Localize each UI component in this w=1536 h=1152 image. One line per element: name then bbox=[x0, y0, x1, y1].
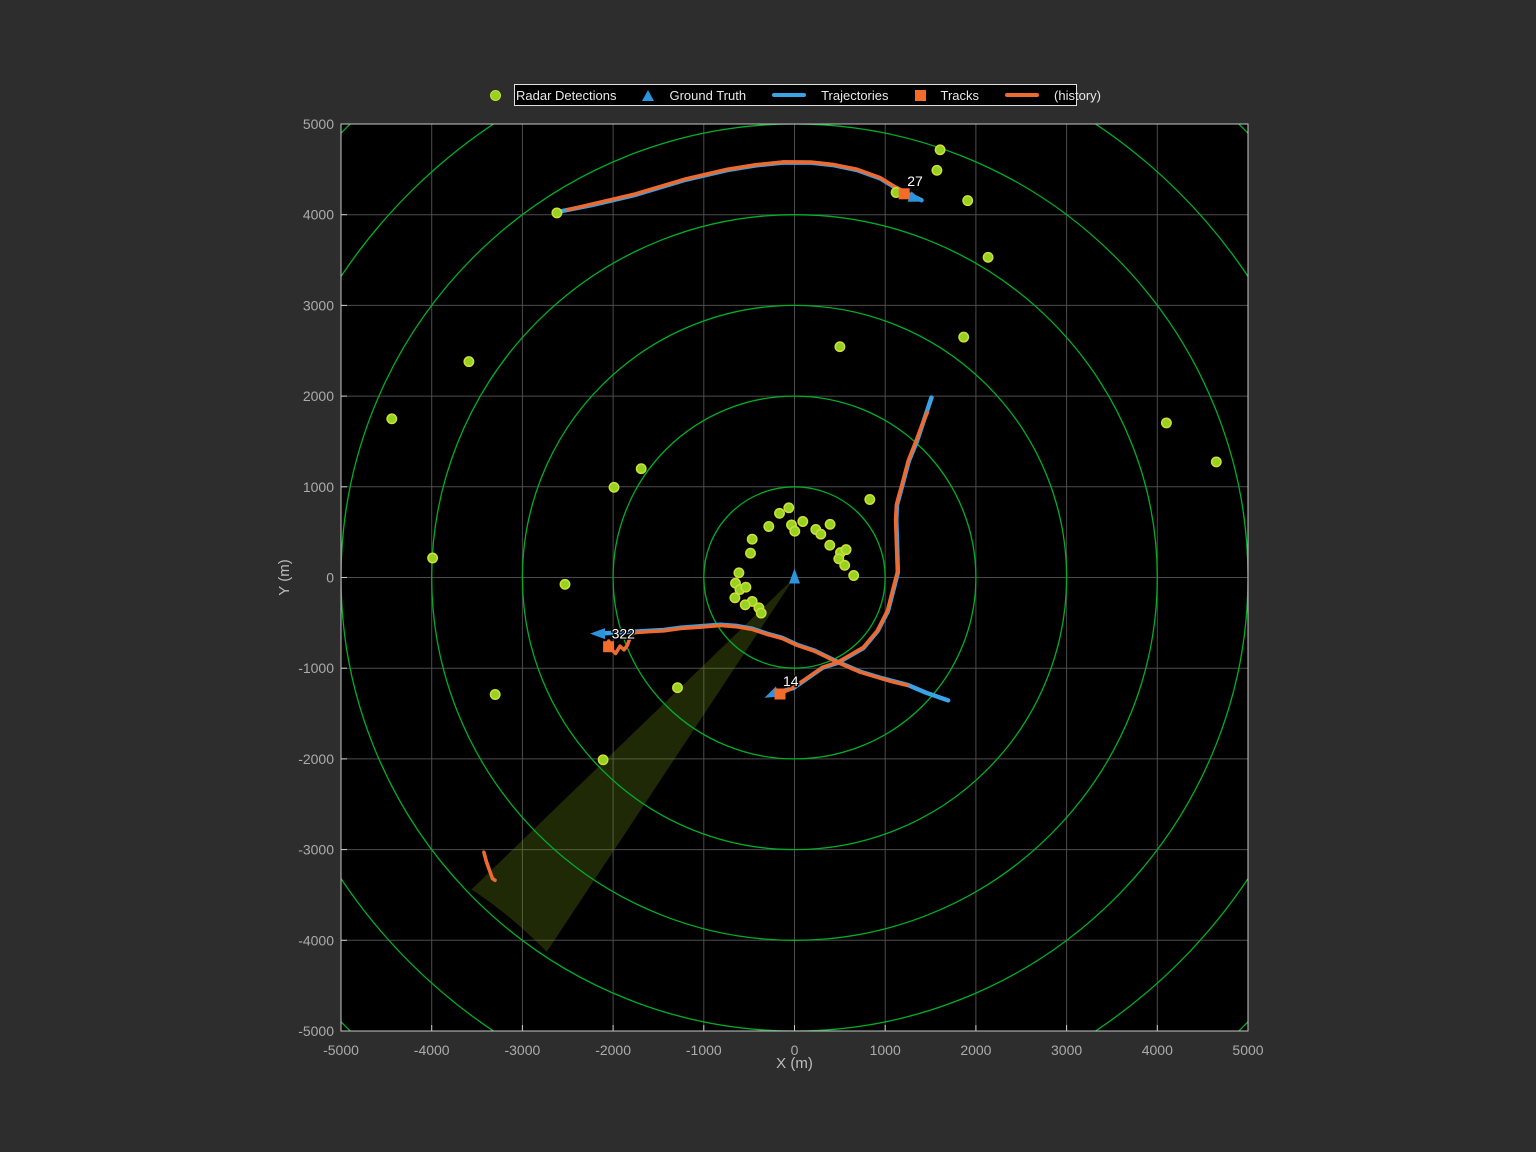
radar-detection-dot bbox=[1212, 457, 1221, 466]
y-tick-label: -4000 bbox=[298, 932, 334, 948]
radar-plot: 27 322 14 -5000 -4000 -3000 -2000 -1000 0 1000 200… bbox=[0, 0, 1536, 1152]
legend-item-history: (history) bbox=[1005, 88, 1101, 103]
x-axis-label: X (m) bbox=[776, 1055, 813, 1072]
radar-detection-dot bbox=[428, 553, 437, 562]
legend-item-trajectories: Trajectories bbox=[772, 88, 888, 103]
radar-detection-dot bbox=[959, 332, 968, 341]
legend-label: Ground Truth bbox=[669, 88, 746, 103]
radar-detection-dot bbox=[764, 522, 773, 531]
legend-label: (history) bbox=[1054, 88, 1101, 103]
track-label-14: 14 bbox=[783, 673, 799, 689]
y-tick-label: -5000 bbox=[298, 1023, 334, 1039]
legend-label: Trajectories bbox=[821, 88, 888, 103]
y-tick-label: 4000 bbox=[303, 207, 334, 223]
x-tick-label: 5000 bbox=[1232, 1042, 1263, 1058]
radar-detection-dot bbox=[790, 527, 799, 536]
radar-detection-dot bbox=[865, 495, 874, 504]
track-square-322 bbox=[603, 641, 614, 652]
radar-detection-dot bbox=[746, 549, 755, 558]
radar-detection-dot bbox=[757, 608, 766, 617]
radar-detection-dot bbox=[825, 520, 834, 529]
radar-detection-dot bbox=[784, 503, 793, 512]
x-tick-label: 1000 bbox=[870, 1042, 901, 1058]
y-tick-label: 0 bbox=[326, 570, 334, 586]
radar-detection-dot bbox=[598, 755, 607, 764]
x-tick-label: -4000 bbox=[414, 1042, 450, 1058]
radar-detection-dot bbox=[963, 196, 972, 205]
radar-detection-dot bbox=[609, 483, 618, 492]
radar-detection-dot bbox=[983, 253, 992, 262]
y-tick-label: 5000 bbox=[303, 116, 334, 132]
radar-detection-dot bbox=[387, 414, 396, 423]
radar-detection-dot bbox=[464, 357, 473, 366]
radar-detection-dot bbox=[825, 541, 834, 550]
detection-dot-icon bbox=[490, 90, 501, 101]
trajectory-line-icon bbox=[772, 93, 806, 97]
y-tick-label: -3000 bbox=[298, 842, 334, 858]
radar-detection-dot bbox=[734, 568, 743, 577]
legend: Radar Detections Ground Truth Trajectori… bbox=[514, 84, 1077, 106]
track-square-14 bbox=[775, 689, 786, 700]
x-tick-label: -2000 bbox=[595, 1042, 631, 1058]
radar-detection-dot bbox=[849, 571, 858, 580]
radar-detection-dot bbox=[673, 683, 682, 692]
x-tick-label: -3000 bbox=[504, 1042, 540, 1058]
y-tick-label: -2000 bbox=[298, 751, 334, 767]
figure-window: 27 322 14 -5000 -4000 -3000 -2000 -1000 0 1000 200… bbox=[0, 0, 1536, 1152]
radar-detection-dot bbox=[741, 600, 750, 609]
x-tick-label: -1000 bbox=[686, 1042, 722, 1058]
radar-detection-dot bbox=[741, 583, 750, 592]
track-square-27 bbox=[899, 188, 910, 199]
radar-detection-dot bbox=[816, 530, 825, 539]
radar-detection-dot bbox=[730, 593, 739, 602]
radar-detection-dot bbox=[841, 545, 850, 554]
radar-detection-dot bbox=[1162, 418, 1171, 427]
legend-item-ground-truth: Ground Truth bbox=[642, 88, 746, 103]
legend-label: Radar Detections bbox=[516, 88, 616, 103]
y-tick-label: -1000 bbox=[298, 660, 334, 676]
radar-detection-dot bbox=[932, 166, 941, 175]
y-tick-label: 1000 bbox=[303, 479, 334, 495]
y-tick-label: 2000 bbox=[303, 388, 334, 404]
legend-item-tracks: Tracks bbox=[915, 88, 980, 103]
legend-label: Tracks bbox=[941, 88, 980, 103]
track-label-27: 27 bbox=[907, 173, 923, 189]
y-axis-label: Y (m) bbox=[276, 559, 293, 595]
radar-detection-dot bbox=[491, 690, 500, 699]
legend-item-radar-detections: Radar Detections bbox=[490, 88, 616, 103]
track-label-322: 322 bbox=[612, 626, 636, 642]
radar-detection-dot bbox=[552, 208, 561, 217]
x-tick-label: 2000 bbox=[960, 1042, 991, 1058]
x-tick-label: 3000 bbox=[1051, 1042, 1082, 1058]
truth-triangle-icon bbox=[642, 90, 654, 101]
radar-detection-dot bbox=[775, 509, 784, 518]
track-square-icon bbox=[915, 90, 926, 101]
radar-detection-dot bbox=[840, 561, 849, 570]
radar-detection-dot bbox=[748, 535, 757, 544]
x-tick-label: 4000 bbox=[1142, 1042, 1173, 1058]
x-tick-label: -5000 bbox=[323, 1042, 359, 1058]
radar-detection-dot bbox=[637, 464, 646, 473]
radar-detection-dot bbox=[560, 580, 569, 589]
radar-detection-dot bbox=[798, 517, 807, 526]
radar-detection-dot bbox=[935, 145, 944, 154]
y-tick-label: 3000 bbox=[303, 297, 334, 313]
radar-detection-dot bbox=[835, 342, 844, 351]
history-line-icon bbox=[1005, 93, 1039, 97]
